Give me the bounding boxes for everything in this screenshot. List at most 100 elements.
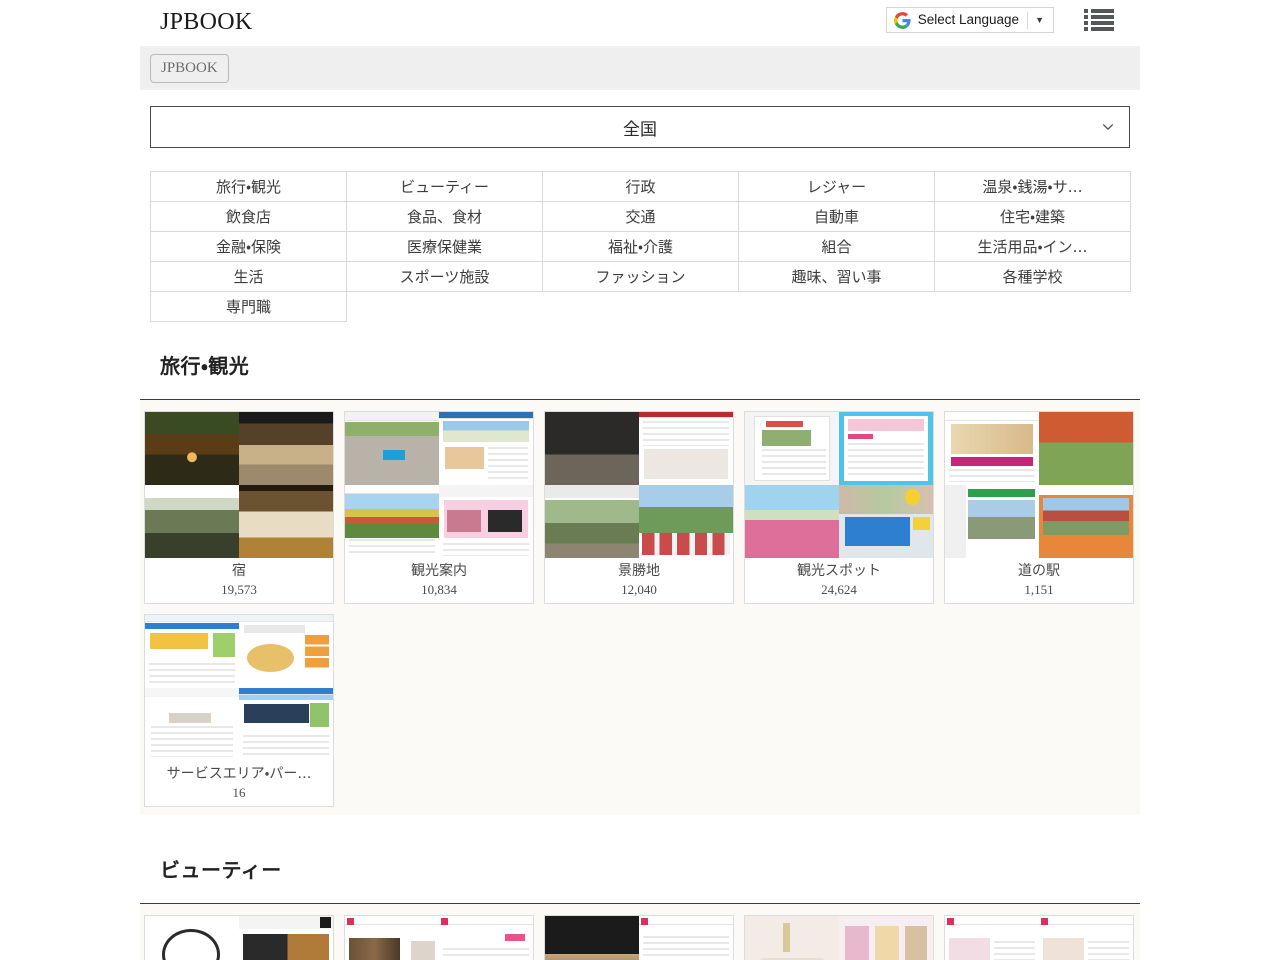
card-item[interactable] xyxy=(744,915,934,960)
category-cell[interactable]: ビューティー xyxy=(346,171,543,202)
card-thumbnail xyxy=(545,412,733,558)
category-cell[interactable]: 自動車 xyxy=(738,201,935,232)
region-select-value: 全国 xyxy=(623,119,657,140)
category-cell[interactable]: 行政 xyxy=(542,171,739,202)
card-grid: 宿 19,573 観光案内 10,834 景勝地 12,040 観光スポット 2… xyxy=(140,400,1140,815)
thumb-tile xyxy=(145,688,239,761)
site-brand[interactable]: JPBOOK xyxy=(160,7,253,37)
table-row: 飲食店 食品、食材 交通 自動車 住宅・建築 xyxy=(150,201,1131,232)
category-cell[interactable]: 飲食店 xyxy=(150,201,347,232)
thumb-tile xyxy=(839,485,933,558)
thumb-tile xyxy=(945,412,1039,485)
card-thumbnail xyxy=(145,615,333,761)
card-thumbnail xyxy=(745,916,933,960)
category-cell-empty xyxy=(935,292,1131,322)
category-cell-empty xyxy=(739,292,935,322)
list-menu-row xyxy=(1084,21,1114,25)
card-thumbnail xyxy=(745,412,933,558)
page-root: JPBOOK Select Language ▼ JPBOOK 全国 旅行・観光… xyxy=(0,0,1280,960)
card-label: 観光案内 xyxy=(411,563,467,579)
card-item[interactable] xyxy=(544,915,734,960)
thumb-tile xyxy=(439,916,533,960)
breadcrumb: JPBOOK xyxy=(140,46,1140,90)
category-cell[interactable]: 住宅・建築 xyxy=(934,201,1131,232)
category-cell[interactable]: スポーツ施設 xyxy=(346,261,543,292)
thumb-tile xyxy=(839,412,933,485)
thumb-tile xyxy=(545,916,639,960)
region-select[interactable]: 全国 xyxy=(150,106,1130,148)
category-cell-empty xyxy=(347,292,543,322)
card-count: 10,834 xyxy=(421,582,457,597)
category-cell[interactable]: 趣味、習い事 xyxy=(738,261,935,292)
category-cell[interactable]: 交通 xyxy=(542,201,739,232)
thumb-tile xyxy=(239,412,333,485)
thumb-tile xyxy=(1039,485,1133,558)
section-travel: 旅行・観光 宿 19,573 観光案内 10,834 景勝地 12,040 観光… xyxy=(0,352,1280,815)
table-row: 専門職 xyxy=(150,291,1131,322)
translate-caret-icon[interactable]: ▼ xyxy=(1028,8,1051,32)
card-label: サービスエリア・パー… xyxy=(166,766,312,782)
card-label: 宿 xyxy=(232,563,246,579)
section-title: 旅行・観光 xyxy=(160,354,250,378)
card-thumbnail xyxy=(945,412,1133,558)
google-translate-widget[interactable]: Select Language ▼ xyxy=(885,7,1054,33)
thumb-tile xyxy=(945,916,1039,960)
category-cell[interactable]: 各種学校 xyxy=(934,261,1131,292)
category-cell[interactable]: ファッション xyxy=(542,261,739,292)
card-item[interactable] xyxy=(944,915,1134,960)
thumb-tile xyxy=(239,688,333,761)
card-count: 24,624 xyxy=(821,582,857,597)
thumb-tile xyxy=(345,485,439,558)
card-label: 観光スポット xyxy=(797,563,881,579)
thumb-tile xyxy=(639,412,733,485)
card-item[interactable] xyxy=(344,915,534,960)
card-thumbnail xyxy=(545,916,733,960)
thumb-tile xyxy=(145,485,239,558)
card-item[interactable]: 道の駅 1,151 xyxy=(944,411,1134,604)
list-menu-row xyxy=(1084,9,1114,13)
card-item[interactable]: 観光案内 10,834 xyxy=(344,411,534,604)
card-item[interactable] xyxy=(144,915,334,960)
category-cell[interactable]: 生活 xyxy=(150,261,347,292)
category-cell[interactable]: 温泉・銭湯・サ… xyxy=(934,171,1131,202)
thumb-tile xyxy=(439,412,533,485)
breadcrumb-item-jpbook[interactable]: JPBOOK xyxy=(150,53,229,83)
thumb-tile xyxy=(239,916,333,960)
card-item[interactable]: 宿 19,573 xyxy=(144,411,334,604)
thumb-tile xyxy=(145,615,239,688)
card-thumbnail xyxy=(945,916,1133,960)
list-menu-row xyxy=(1084,27,1114,31)
card-item[interactable]: 景勝地 12,040 xyxy=(544,411,734,604)
card-label: 道の駅 xyxy=(1018,563,1060,579)
category-cell[interactable]: レジャー xyxy=(738,171,935,202)
category-cell[interactable]: 旅行・観光 xyxy=(150,171,347,202)
thumb-tile xyxy=(545,485,639,558)
category-cell[interactable]: 金融・保険 xyxy=(150,231,347,262)
category-cell[interactable]: 生活用品・イン… xyxy=(934,231,1131,262)
card-count: 16 xyxy=(232,785,246,800)
table-row: 生活 スポーツ施設 ファッション 趣味、習い事 各種学校 xyxy=(150,261,1131,292)
section-title: ビューティー xyxy=(160,858,282,882)
list-menu-icon[interactable] xyxy=(1084,7,1114,33)
google-g-icon xyxy=(893,11,911,29)
card-thumbnail xyxy=(145,412,333,558)
section-beauty: ビューティー xyxy=(0,856,1280,960)
translate-label: Select Language xyxy=(917,12,1020,27)
thumb-tile xyxy=(639,916,733,960)
thumb-tile xyxy=(945,485,1039,558)
category-table: 旅行・観光 ビューティー 行政 レジャー 温泉・銭湯・サ… 飲食店 食品、食材 … xyxy=(150,171,1131,322)
category-cell[interactable]: 組合 xyxy=(738,231,935,262)
thumb-tile xyxy=(1039,412,1133,485)
category-cell[interactable]: 福祉・介護 xyxy=(542,231,739,262)
thumb-tile xyxy=(745,485,839,558)
category-cell[interactable]: 医療保健業 xyxy=(346,231,543,262)
category-cell[interactable]: 専門職 xyxy=(150,291,347,322)
card-count: 1,151 xyxy=(1024,582,1054,597)
card-thumbnail xyxy=(345,412,533,558)
list-menu-row xyxy=(1084,15,1114,19)
card-item[interactable]: 観光スポット 24,624 xyxy=(744,411,934,604)
thumb-tile xyxy=(145,916,239,960)
category-cell[interactable]: 食品、食材 xyxy=(346,201,543,232)
chevron-down-icon xyxy=(1102,124,1114,130)
card-item[interactable]: サービスエリア・パー… 16 xyxy=(144,614,334,807)
